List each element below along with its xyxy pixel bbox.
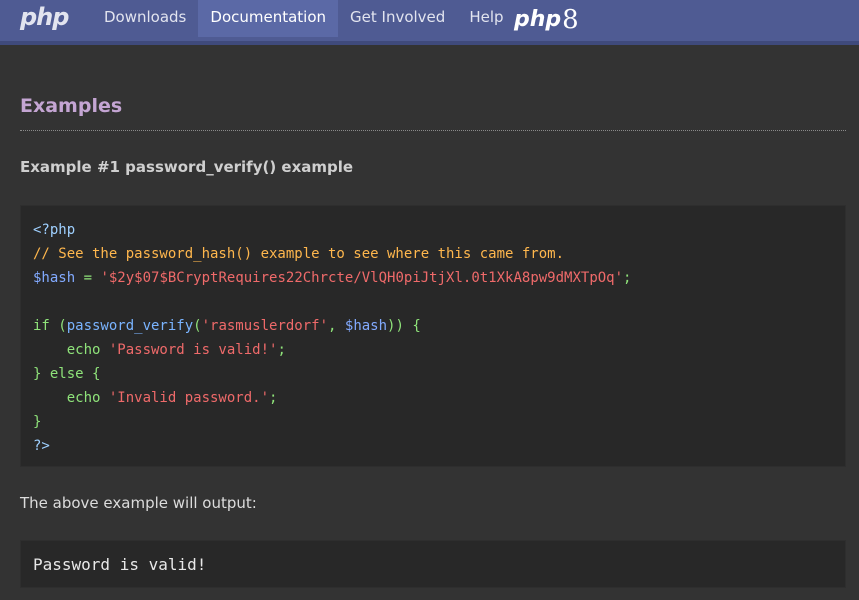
output-example: Password is valid! xyxy=(20,540,846,588)
code-token: $hash xyxy=(33,270,76,286)
code-token: ; xyxy=(623,270,632,286)
output-label: The above example will output: xyxy=(20,494,257,512)
code-token: , xyxy=(328,318,345,334)
code-token: '$2y$07$BCryptRequires22Chrcte/VlQH0piJt… xyxy=(100,270,624,286)
code-line: $hash = '$2y$07$BCryptRequires22Chrcte/V… xyxy=(33,266,833,290)
code-line: if (password_verify('rasmuslerdorf', $ha… xyxy=(33,314,833,338)
code-token: ; xyxy=(269,390,278,406)
example-title: Example #1 password_verify() example xyxy=(20,158,354,176)
code-token: ?> xyxy=(33,438,50,454)
code-token: echo xyxy=(33,342,109,358)
section-title: Examples xyxy=(20,95,123,117)
code-token: // See the password_hash() example to se… xyxy=(33,246,565,262)
code-token: 'Invalid password.' xyxy=(108,390,270,406)
nav-help[interactable]: Help xyxy=(457,0,515,37)
code-example: <?php // See the password_hash() example … xyxy=(20,205,846,467)
nav-get-involved[interactable]: Get Involved xyxy=(338,0,457,37)
main-nav: Downloads Documentation Get Involved Hel… xyxy=(92,0,516,41)
code-token: } else { xyxy=(33,366,101,382)
nav-documentation[interactable]: Documentation xyxy=(198,0,339,37)
top-navigation-bar: php Downloads Documentation Get Involved… xyxy=(0,0,859,45)
code-token: ; xyxy=(277,342,286,358)
php8-badge[interactable]: php8 xyxy=(514,3,579,35)
code-line: echo 'Invalid password.'; xyxy=(33,386,833,410)
code-token: = xyxy=(75,270,101,286)
code-token: 'rasmuslerdorf' xyxy=(201,318,329,334)
code-line: } else { xyxy=(33,362,833,386)
code-line: } xyxy=(33,410,833,434)
code-token: $hash xyxy=(344,318,388,334)
code-token: ( xyxy=(193,318,202,334)
code-token: <?php xyxy=(33,222,76,238)
php8-badge-text: php xyxy=(514,7,562,32)
code-token: password_verify xyxy=(66,318,194,334)
code-line: // See the password_hash() example to se… xyxy=(33,242,833,266)
nav-downloads[interactable]: Downloads xyxy=(92,0,198,37)
code-token: } xyxy=(33,414,42,430)
code-token: 'Password is valid!' xyxy=(108,342,278,358)
php-logo[interactable]: php xyxy=(20,3,69,33)
code-token: )) { xyxy=(387,318,421,334)
code-token: echo xyxy=(33,390,109,406)
section-divider xyxy=(20,130,846,131)
code-line: <?php xyxy=(33,218,833,242)
code-token: if ( xyxy=(33,318,67,334)
php8-badge-number: 8 xyxy=(562,5,579,35)
code-line: ?> xyxy=(33,434,833,458)
code-line: echo 'Password is valid!'; xyxy=(33,338,833,362)
